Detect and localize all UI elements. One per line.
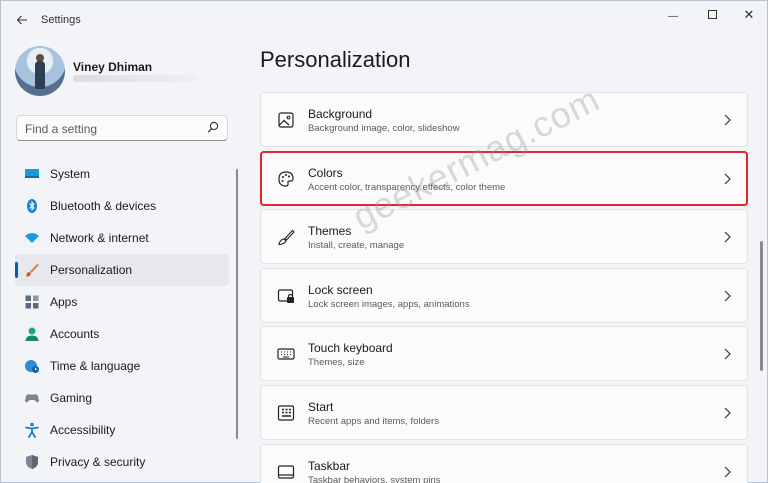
sidebar-item-label: Gaming [50,391,93,405]
chevron-right-icon [724,290,731,302]
sidebar-item-gaming[interactable]: Gaming [15,382,229,414]
card-lock-screen[interactable]: Lock screen Lock screen images, apps, an… [260,267,748,323]
sidebar-item-time-language[interactable]: Time & language [15,350,229,382]
main-scrollbar[interactable] [760,241,763,371]
app-title: Settings [41,14,81,26]
accessibility-icon [25,422,39,438]
page-title: Personalization [260,47,411,72]
sidebar-item-network[interactable]: Network & internet [15,222,229,254]
search-icon[interactable] [207,121,219,135]
sidebar-item-apps[interactable]: Apps [15,286,229,318]
maximize-button[interactable] [695,5,729,25]
card-title: Background [308,107,373,121]
card-title: Lock screen [308,282,373,297]
chevron-right-icon [724,466,731,477]
sidebar-item-label: Personalization [50,263,133,277]
start-icon [277,405,295,421]
card-title: Themes [308,224,352,239]
image-icon [278,112,294,128]
close-icon: ✕ [743,7,755,22]
chevron-right-icon [724,231,731,243]
card-subtitle: Recent apps and items, folders [308,415,439,427]
card-colors[interactable]: Colors Accent color, transparency effect… [260,150,748,206]
shield-icon [26,455,38,469]
sidebar-item-personalization[interactable]: Personalization [15,254,229,286]
card-themes[interactable]: Themes Install, create, manage [260,209,748,265]
sidebar-item-system[interactable]: System [15,158,229,190]
bluetooth-icon [27,199,37,213]
sidebar-item-label: Network & internet [50,231,149,245]
card-title: Taskbar [308,458,351,473]
title-bar: Settings — ✕ [1,1,767,37]
sidebar-item-label: System [50,167,91,181]
sidebar-item-label: Apps [50,295,78,309]
chevron-right-icon [724,114,731,126]
card-subtitle: Lock screen images, apps, animations [308,298,470,310]
card-subtitle: Themes, size [308,357,365,369]
card-background[interactable]: Background Background image, color, slid… [260,92,748,147]
sidebar-item-accessibility[interactable]: Accessibility [15,414,229,446]
palette-icon [278,170,294,187]
sidebar-scrollbar[interactable] [236,169,238,439]
card-title: Colors [308,165,343,180]
system-icon [25,169,39,178]
chevron-right-icon [724,173,731,185]
back-arrow-icon [16,15,27,25]
sidebar-item-label: Accounts [50,327,100,341]
gamepad-icon [25,394,39,403]
card-subtitle: Accent color, transparency effects, colo… [308,181,506,193]
card-title: Start [308,399,334,414]
card-title: Touch keyboard [308,341,393,356]
settings-window: Settings — ✕ Viney Dhiman System [0,0,768,483]
back-button[interactable] [11,10,33,30]
card-touch-keyboard[interactable]: Touch keyboard Themes, size [260,326,748,382]
wifi-icon [25,233,39,243]
brush-icon [26,263,39,277]
sidebar-item-bluetooth[interactable]: Bluetooth & devices [15,190,229,222]
minimize-button[interactable]: — [656,5,690,25]
card-taskbar[interactable]: Taskbar Taskbar behaviors, system pins [260,443,748,483]
keyboard-icon [277,348,295,360]
close-button[interactable]: ✕ [732,5,766,25]
avatar[interactable] [15,46,65,96]
sidebar-nav: System Bluetooth & devices Network & int… [15,158,229,478]
search-box[interactable] [16,115,228,141]
sidebar-item-label: Time & language [50,359,141,373]
sidebar-item-label: Accessibility [50,423,116,437]
chevron-right-icon [724,348,731,360]
lock-screen-icon [277,289,294,303]
card-start[interactable]: Start Recent apps and items, folders [260,384,748,440]
maximize-icon [707,10,717,19]
user-email-redacted [73,75,197,82]
card-subtitle: Install, create, manage [308,240,405,252]
card-subtitle: Background image, color, slideshow [308,123,460,134]
sidebar-item-accounts[interactable]: Accounts [15,318,229,350]
search-input[interactable] [25,120,200,137]
active-indicator [15,262,18,278]
user-name: Viney Dhiman [73,60,153,74]
minimize-icon: — [668,11,678,22]
settings-card-list: Background Background image, color, slid… [260,92,749,483]
card-subtitle: Taskbar behaviors, system pins [308,474,441,483]
taskbar-icon [277,464,295,479]
sidebar-item-label: Bluetooth & devices [50,199,157,213]
paintbrush-icon [278,229,295,246]
sidebar-item-label: Privacy & security [50,455,146,469]
chevron-right-icon [724,407,731,419]
sidebar-item-privacy-security[interactable]: Privacy & security [15,446,229,478]
globe-clock-icon [25,360,39,373]
accounts-icon [25,327,39,341]
apps-icon [25,295,39,309]
